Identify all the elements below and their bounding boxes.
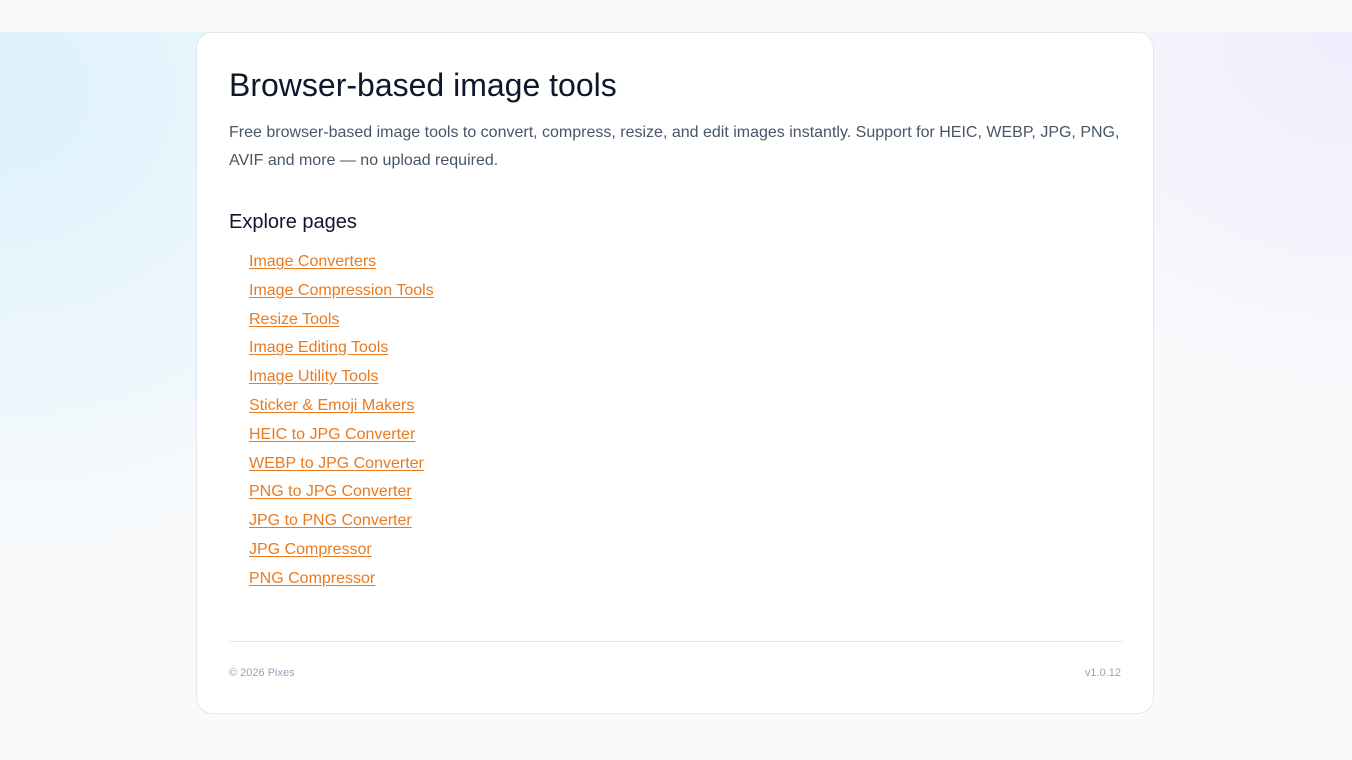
- link-png-compressor[interactable]: PNG Compressor: [249, 570, 375, 587]
- content-card: Browser-based image tools Free browser-b…: [196, 32, 1154, 714]
- list-item: PNG to JPG Converter: [249, 479, 434, 508]
- link-image-converters[interactable]: Image Converters: [249, 253, 376, 270]
- list-item: PNG Compressor: [249, 566, 434, 595]
- link-sticker-emoji-makers[interactable]: Sticker & Emoji Makers: [249, 397, 414, 414]
- list-item: Image Editing Tools: [249, 335, 434, 364]
- list-item: Image Compression Tools: [249, 278, 434, 307]
- link-image-utility-tools[interactable]: Image Utility Tools: [249, 368, 379, 385]
- list-item: Sticker & Emoji Makers: [249, 393, 434, 422]
- list-item: Image Converters: [249, 249, 434, 278]
- version-label: v1.0.12: [1084, 667, 1121, 679]
- list-item: Resize Tools: [249, 307, 434, 336]
- footer-divider: [229, 641, 1123, 642]
- link-webp-to-jpg-converter[interactable]: WEBP to JPG Converter: [249, 455, 424, 472]
- link-png-to-jpg-converter[interactable]: PNG to JPG Converter: [249, 483, 412, 500]
- copyright-text: © 2026 Pixes: [229, 667, 295, 679]
- list-item: Image Utility Tools: [249, 364, 434, 393]
- link-image-compression-tools[interactable]: Image Compression Tools: [249, 282, 434, 299]
- explore-links-list: Image Converters Image Compression Tools…: [249, 249, 434, 595]
- list-item: JPG to PNG Converter: [249, 508, 434, 537]
- link-image-editing-tools[interactable]: Image Editing Tools: [249, 339, 388, 356]
- link-heic-to-jpg-converter[interactable]: HEIC to JPG Converter: [249, 426, 415, 443]
- list-item: HEIC to JPG Converter: [249, 422, 434, 451]
- page-description: Free browser-based image tools to conver…: [229, 124, 1120, 169]
- link-resize-tools[interactable]: Resize Tools: [249, 311, 339, 328]
- page-title: Browser-based image tools: [229, 67, 617, 103]
- link-jpg-to-png-converter[interactable]: JPG to PNG Converter: [249, 512, 412, 529]
- explore-heading: Explore pages: [229, 211, 357, 233]
- list-item: WEBP to JPG Converter: [249, 451, 434, 480]
- list-item: JPG Compressor: [249, 537, 434, 566]
- link-jpg-compressor[interactable]: JPG Compressor: [249, 541, 372, 558]
